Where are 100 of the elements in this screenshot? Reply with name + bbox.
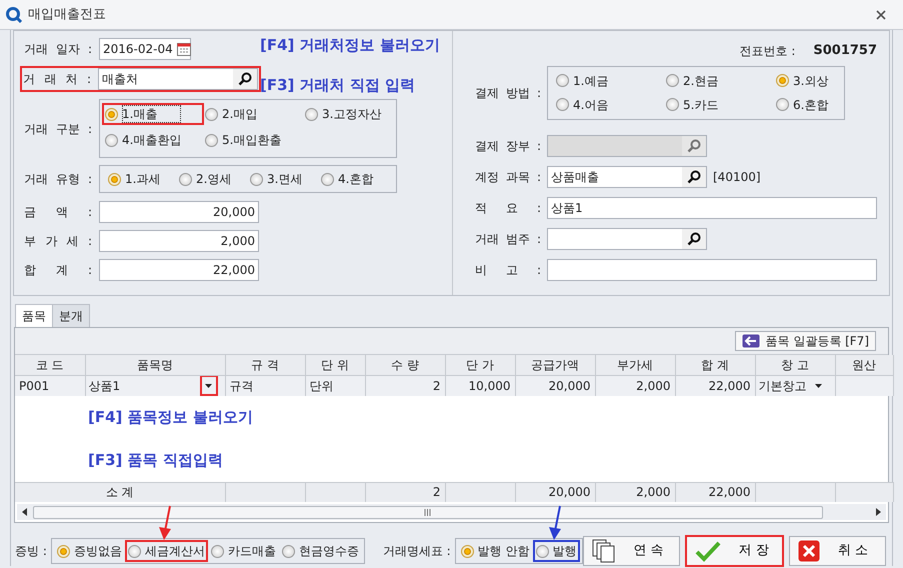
field-label: 결제 장부 : [475, 138, 541, 154]
amount-field[interactable]: 22,000 [99, 259, 259, 281]
left-arrow-icon [21, 508, 29, 516]
radio-option[interactable]: 4.매출환입 [103, 130, 203, 150]
radio-option[interactable]: 2.현금 [664, 70, 774, 90]
field-label: 결제 방법 : [475, 84, 541, 102]
column-header[interactable]: 공급가액 [515, 355, 595, 375]
right-arrow-icon [874, 508, 882, 516]
option-label: 4.매출환입 [122, 132, 182, 149]
close-icon[interactable] [875, 8, 887, 20]
subtotal-cell: 22,000 [675, 482, 756, 502]
table-cell: 20,000 [515, 375, 595, 396]
field-label: 적 요 : [475, 200, 541, 216]
radio-option[interactable]: 4.혼합 [319, 169, 390, 189]
field-label: 거래 일자 : [24, 41, 92, 58]
text-field[interactable]: 상품1 [547, 196, 877, 218]
radio-option[interactable]: 2.영세 [177, 169, 248, 189]
radio-option[interactable]: 1.매출 [103, 104, 203, 124]
subtotal-cell: 2,000 [595, 482, 676, 502]
field-label: 거래명세표 : [382, 543, 451, 560]
radio-option[interactable]: 5.카드 [664, 94, 774, 114]
radio-option[interactable]: 현금영수증 [280, 541, 361, 561]
search-icon [238, 72, 252, 86]
radio-option[interactable]: 3.면세 [248, 169, 319, 189]
radio-option[interactable]: 6.혼합 [774, 94, 844, 114]
column-header[interactable]: 합 계 [675, 355, 755, 375]
column-header[interactable]: 단 가 [445, 355, 515, 375]
search-field[interactable] [547, 228, 707, 250]
cell-text: 상품1 [88, 378, 122, 394]
account-code: [40100] [713, 168, 761, 186]
horizontal-scrollbar[interactable] [17, 504, 886, 520]
client-field[interactable]: 매출처 [98, 68, 258, 90]
table-cell: 규격 [225, 375, 305, 396]
date-field[interactable]: 2016-02-04 [99, 38, 191, 60]
check-icon [694, 540, 721, 562]
search-icon [687, 170, 701, 184]
field-value: 상품1 [551, 200, 584, 216]
client-value: 매출처 [102, 71, 139, 88]
radio-option[interactable]: 1.과세 [106, 169, 177, 189]
tab[interactable]: 분개 [52, 304, 90, 327]
field-label: 거래 구분 : [24, 120, 92, 138]
continue-button[interactable]: 연 속 [582, 536, 680, 566]
close-icon [798, 540, 820, 562]
column-header[interactable]: 코 드 [15, 355, 85, 375]
save-button[interactable]: 저 장 [686, 536, 783, 566]
annotation-text: [F4] 품목정보 불러오기 [88, 406, 254, 428]
field-label: 거래 유형 : [24, 171, 92, 188]
amount-field[interactable]: 2,000 [99, 230, 259, 252]
subtotal-cell: 20,000 [515, 482, 596, 502]
subtotal-cell: 2 [365, 482, 446, 502]
amount-field[interactable]: 20,000 [99, 201, 259, 223]
cancel-button[interactable]: 취 소 [788, 536, 886, 566]
radio-option[interactable]: 5.매입환출 [203, 130, 303, 150]
combo-cell[interactable]: 상품1 [85, 375, 225, 396]
table-cell: 2 [365, 375, 445, 396]
combo-cell[interactable]: 기본창고 [755, 375, 835, 396]
copy-icon [592, 539, 616, 563]
date-value: 2016-02-04 [103, 41, 173, 58]
field-label: 부 가 세 : [24, 233, 92, 250]
option-label: 2.매입 [222, 106, 258, 123]
table-cell: 10,000 [445, 375, 515, 396]
field-label: 거래 범주 : [475, 230, 541, 248]
radio-option[interactable]: 4.어음 [554, 94, 664, 114]
column-header[interactable]: 부가세 [595, 355, 675, 375]
search-icon [687, 232, 701, 246]
column-header[interactable]: 규 격 [225, 355, 305, 375]
radio-option[interactable]: 3.고정자산 [303, 104, 393, 124]
table-cell: 2,000 [595, 375, 675, 396]
radio-option[interactable]: 발행 안함 [458, 541, 532, 561]
tab[interactable]: 품목 [15, 304, 53, 327]
option-label: 3.고정자산 [322, 106, 382, 123]
annotation-text: [F3] 품목 직접입력 [88, 450, 224, 471]
radio-option[interactable]: 1.예금 [554, 70, 664, 90]
search-icon [687, 138, 701, 152]
search-field[interactable]: 상품매출 [547, 166, 707, 188]
radio-option[interactable]: 3.외상 [774, 70, 844, 90]
column-header[interactable]: 수 량 [365, 355, 445, 375]
text-field[interactable] [547, 258, 877, 280]
column-header[interactable]: 품목명 [85, 355, 225, 375]
radio-option[interactable]: 증빙없음 [54, 541, 124, 561]
dropdown-button[interactable] [200, 376, 216, 395]
grip-icon [424, 508, 432, 516]
radio-option[interactable]: 세금계산서 [126, 541, 207, 561]
caret-icon [205, 384, 212, 388]
window-title: 매입매출전표 [28, 6, 106, 24]
table-cell: 단위 [305, 375, 365, 396]
radio-option[interactable]: 발행 [534, 541, 579, 561]
voucher-label: 전표번호 : [740, 42, 796, 60]
field-label: 계정 과목 : [475, 168, 541, 186]
field-label: 합 계 : [24, 262, 92, 279]
option-label: 1.매출 [122, 105, 182, 123]
bulk-register-button[interactable]: 품목 일괄등록 [F7] [735, 331, 876, 351]
annotation-text: [F3] 거래처 직접 입력 [260, 75, 416, 96]
column-header[interactable]: 단 위 [305, 355, 365, 375]
caret-icon [815, 384, 822, 388]
column-header[interactable]: 창 고 [755, 355, 835, 375]
radio-option[interactable]: 카드매출 [208, 541, 278, 561]
column-header[interactable]: 원산 [835, 355, 893, 375]
radio-option[interactable]: 2.매입 [203, 104, 303, 124]
subtotal-cell: 소 계 [15, 482, 226, 502]
